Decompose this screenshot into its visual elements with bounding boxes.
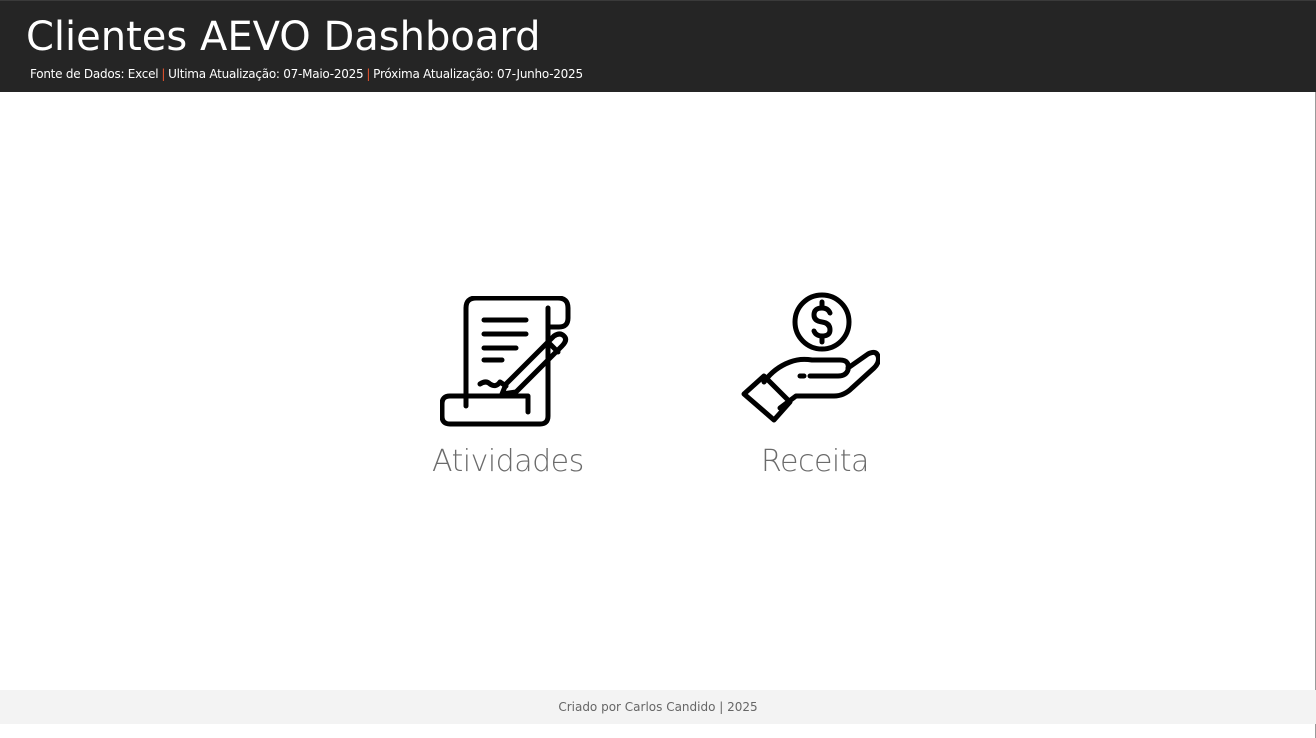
page-title: Clientes AEVO Dashboard <box>26 14 541 60</box>
footer-bar: Criado por Carlos Candido | 2025 <box>0 690 1316 724</box>
atividades-label: Atividades <box>432 444 584 479</box>
separator: | <box>161 67 166 81</box>
receita-label: Receita <box>761 444 869 479</box>
separator: | <box>366 67 371 81</box>
footer-credit: Criado por Carlos Candido | 2025 <box>558 700 758 714</box>
contract-scroll-pen-icon <box>439 295 572 432</box>
data-info-line: Fonte de Dados: Excel | Ultima Atualização… <box>30 66 583 82</box>
receita-nav-button[interactable]: Receita <box>730 288 890 488</box>
hand-dollar-coin-icon <box>740 290 881 434</box>
header-bar: Clientes AEVO Dashboard Fonte de Dados: … <box>0 0 1316 92</box>
next-update-text: Próxima Atualização: 07-Junho-2025 <box>373 67 583 81</box>
data-source-text: Fonte de Dados: Excel <box>30 67 159 81</box>
dashboard-page: Clientes AEVO Dashboard Fonte de Dados: … <box>0 0 1316 738</box>
last-update-text: Ultima Atualização: 07-Maio-2025 <box>168 67 364 81</box>
atividades-nav-button[interactable]: Atividades <box>420 288 590 488</box>
